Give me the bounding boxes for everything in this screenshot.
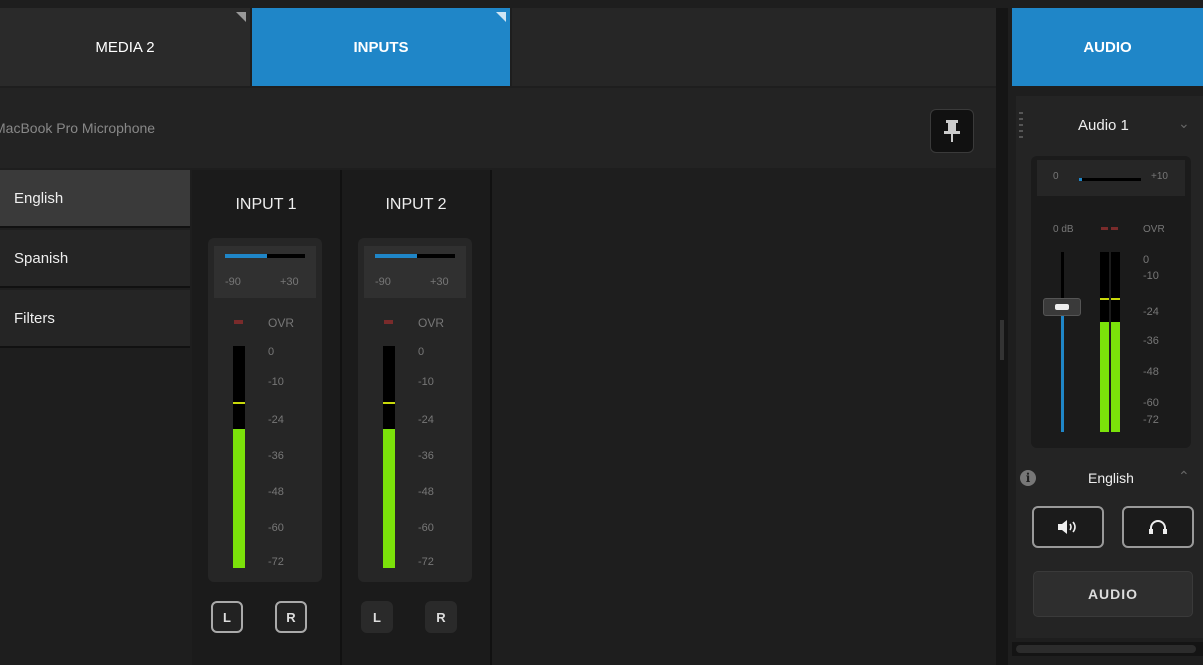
empty-area <box>492 170 996 665</box>
input-2-meter: -90 +30 OVR 0 -10 -24 -36 -48 -60 -72 <box>358 238 472 582</box>
audio-source-label: Audio 1 <box>1078 116 1129 134</box>
gain-db-label: 0 dB <box>1053 224 1074 235</box>
ovr-label: OVR <box>1143 224 1165 235</box>
level-meter-left-fill <box>1100 322 1109 432</box>
gain-slider-track[interactable] <box>1079 178 1141 181</box>
ovr-label: OVR <box>268 316 295 330</box>
peak-marker-left <box>1100 298 1109 300</box>
info-icon[interactable]: i <box>1020 470 1036 486</box>
trim-max-label: +30 <box>280 276 299 288</box>
trim-slider-fill <box>375 254 417 258</box>
headphones-icon <box>1149 520 1167 534</box>
pin-icon <box>944 120 960 142</box>
tab-label: AUDIO <box>1083 38 1132 56</box>
trim-max-label: +30 <box>430 276 449 288</box>
gain-max-label: +10 <box>1151 171 1168 182</box>
drag-handle-icon[interactable] <box>1019 112 1023 138</box>
chevron-up-icon: ⌃ <box>1178 468 1190 484</box>
device-name: MacBook Pro Microphone <box>0 120 156 136</box>
pin-button[interactable] <box>930 109 974 153</box>
scale-label: -24 <box>268 414 284 426</box>
corner-indicator-icon <box>496 12 506 22</box>
gain-min-label: 0 <box>1053 171 1059 182</box>
left-channel-button[interactable]: L <box>211 601 243 633</box>
ovr-indicator-right <box>1111 227 1118 230</box>
tab-inputs[interactable]: INPUTS <box>252 8 510 86</box>
trim-min-label: -90 <box>375 276 391 288</box>
sidebar-item-label: Filters <box>14 309 55 327</box>
scale-label: -72 <box>418 556 434 568</box>
tab-label: INPUTS <box>353 38 409 56</box>
tab-audio[interactable]: AUDIO <box>1012 8 1203 86</box>
tab-empty-area <box>512 8 996 86</box>
scale-label: -72 <box>1143 414 1159 426</box>
scale-label: -10 <box>268 376 284 388</box>
right-channel-button[interactable]: R <box>275 601 307 633</box>
scale-label: 0 <box>268 346 275 358</box>
language-selector[interactable]: English ⌃ <box>1050 466 1200 490</box>
input-title: INPUT 1 <box>235 196 297 213</box>
trim-slider-fill <box>225 254 267 258</box>
trim-min-label: -90 <box>225 276 241 288</box>
level-meter-fill <box>383 429 395 568</box>
corner-indicator-icon <box>236 12 246 22</box>
scale-label: -48 <box>1143 366 1159 378</box>
left-channel-button[interactable]: L <box>361 601 393 633</box>
scale-label: 0 <box>418 346 425 358</box>
speaker-button[interactable] <box>1032 506 1104 548</box>
ovr-label: OVR <box>418 316 445 330</box>
input-1-meter: -90 +30 OVR 0 -10 -24 -36 -48 -60 -72 <box>208 238 322 582</box>
level-meter-right-fill <box>1111 322 1120 432</box>
ovr-indicator-left <box>1101 227 1108 230</box>
scale-label: -60 <box>268 522 284 534</box>
gain-slider-fill <box>1079 178 1082 181</box>
audio-source-select[interactable]: Audio 1 ⌄ <box>1050 112 1200 138</box>
horizontal-scrollbar[interactable] <box>1012 642 1203 656</box>
scale-label: -72 <box>268 556 284 568</box>
scale-label: -48 <box>268 486 284 498</box>
sidebar-item-english[interactable]: English <box>0 170 190 228</box>
scale-label: -60 <box>1143 397 1159 409</box>
tab-label: MEDIA 2 <box>95 38 155 56</box>
right-channel-button[interactable]: R <box>425 601 457 633</box>
ovr-indicator <box>234 320 243 324</box>
headphones-button[interactable] <box>1122 506 1194 548</box>
scale-label: -60 <box>418 522 434 534</box>
peak-marker <box>383 402 395 404</box>
sidebar-item-label: English <box>14 189 64 207</box>
speaker-icon <box>1058 520 1076 534</box>
divider-handle[interactable] <box>1000 320 1004 360</box>
scale-label: -36 <box>1143 335 1159 347</box>
ovr-indicator <box>384 320 393 324</box>
level-meter-fill <box>233 429 245 568</box>
peak-marker-right <box>1111 298 1120 300</box>
scale-label: -36 <box>268 450 284 462</box>
trim-slider-track[interactable] <box>225 254 305 258</box>
audio-button-label: AUDIO <box>1087 586 1139 602</box>
volume-fader-fill <box>1061 312 1064 432</box>
language-label: English <box>1088 470 1134 486</box>
tab-media-2[interactable]: MEDIA 2 <box>0 8 250 86</box>
sidebar-item-filters[interactable]: Filters <box>0 290 190 348</box>
audio-button[interactable]: AUDIO <box>1033 571 1193 617</box>
scrollbar-thumb[interactable] <box>1016 645 1196 653</box>
sidebar-item-label: Spanish <box>14 249 69 267</box>
audio-meter-box: 0 +10 0 dB OVR 0 -10 -24 -36 -48 -60 -72 <box>1031 156 1191 448</box>
input-title: INPUT 2 <box>385 196 447 213</box>
volume-fader-knob[interactable] <box>1043 298 1081 316</box>
scale-label: -10 <box>418 376 434 388</box>
scale-label: -24 <box>418 414 434 426</box>
scale-label: -36 <box>418 450 434 462</box>
scale-label: -24 <box>1143 306 1159 318</box>
peak-marker <box>233 402 245 404</box>
scale-label: -48 <box>418 486 434 498</box>
scale-label: 0 <box>1143 254 1150 266</box>
scale-label: -10 <box>1143 270 1159 282</box>
knob-mark <box>1055 304 1069 310</box>
sidebar-item-spanish[interactable]: Spanish <box>0 230 190 288</box>
trim-slider-track[interactable] <box>375 254 455 258</box>
chevron-down-icon: ⌄ <box>1178 115 1190 131</box>
